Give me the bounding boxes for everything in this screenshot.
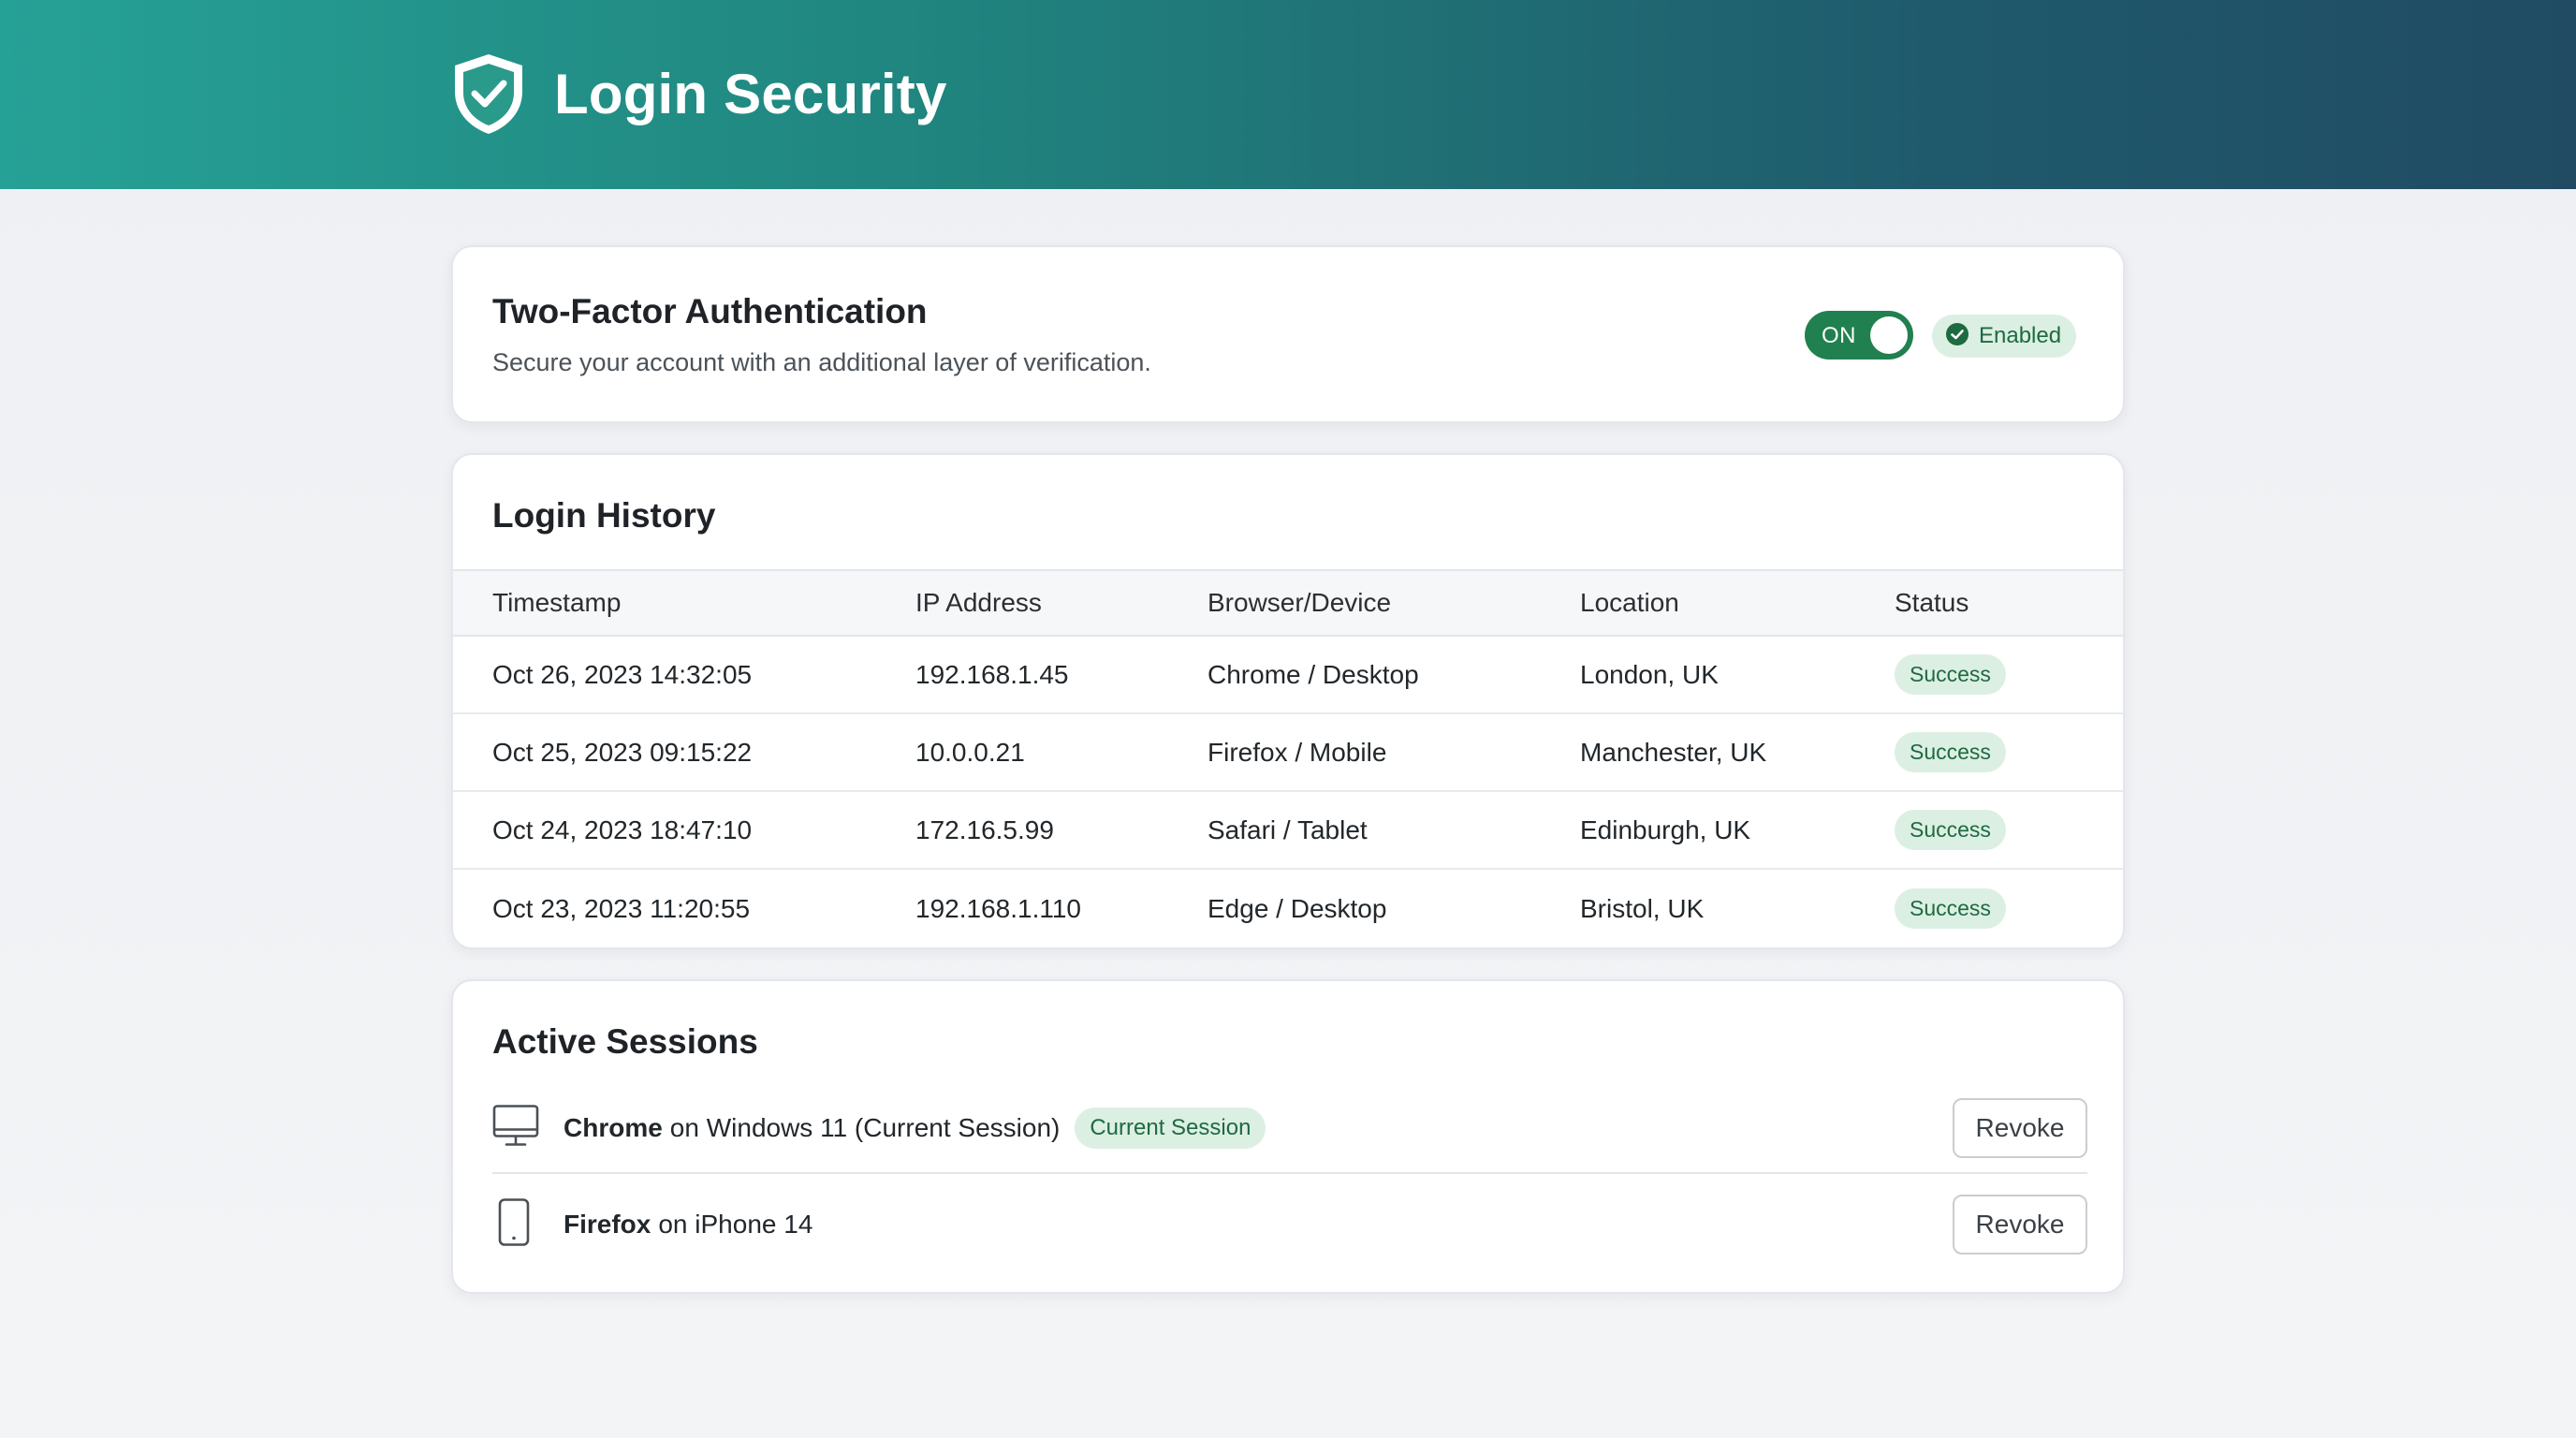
status-badge: Success xyxy=(1895,732,2006,772)
shield-check-icon xyxy=(449,51,528,137)
revoke-button[interactable]: Revoke xyxy=(1953,1195,2087,1255)
table-row: Oct 26, 2023 14:32:05 192.168.1.45 Chrom… xyxy=(453,637,2123,714)
session-label: Chrome on Windows 11 (Current Session) C… xyxy=(564,1108,1266,1149)
table-row: Oct 24, 2023 18:47:10 172.16.5.99 Safari… xyxy=(453,792,2123,870)
revoke-button[interactable]: Revoke xyxy=(1953,1098,2087,1158)
current-session-badge: Current Session xyxy=(1075,1108,1266,1149)
login-history-table: Timestamp IP Address Browser/Device Loca… xyxy=(453,569,2123,947)
status-cell: Success xyxy=(1895,714,2006,790)
table-row: Oct 23, 2023 11:20:55 192.168.1.110 Edge… xyxy=(453,870,2123,947)
location-cell: Bristol, UK xyxy=(1580,893,1705,923)
page-header: Login Security xyxy=(0,0,2576,189)
session-item: Firefox on iPhone 14 Revoke xyxy=(492,1183,2087,1266)
two-factor-card: Two-Factor Authentication Secure your ac… xyxy=(451,245,2125,423)
column-header-location: Location xyxy=(1580,588,1679,617)
ip-address-cell: 192.168.1.45 xyxy=(915,659,1069,689)
active-sessions-title: Active Sessions xyxy=(492,1022,758,1061)
timestamp-cell: Oct 24, 2023 18:47:10 xyxy=(492,814,753,844)
two-factor-description: Secure your account with an additional l… xyxy=(492,348,1151,376)
timestamp-cell: Oct 26, 2023 14:32:05 xyxy=(492,659,753,689)
timestamp-cell: Oct 23, 2023 11:20:55 xyxy=(492,893,751,923)
login-history-card: Login History Timestamp IP Address Brows… xyxy=(451,453,2125,949)
ip-address-cell: 192.168.1.110 xyxy=(915,893,1081,923)
status-cell: Success xyxy=(1895,870,2006,947)
location-cell: Edinburgh, UK xyxy=(1580,814,1751,844)
page-title: Login Security xyxy=(554,62,947,125)
header-title-group: Login Security xyxy=(449,47,947,140)
ip-address-cell: 172.16.5.99 xyxy=(915,814,1054,844)
enabled-status-label: Enabled xyxy=(1979,323,2062,348)
browser-device-cell: Chrome / Desktop xyxy=(1208,659,1419,689)
browser-device-cell: Edge / Desktop xyxy=(1208,893,1387,923)
status-cell: Success xyxy=(1895,637,2006,712)
session-label: Firefox on iPhone 14 xyxy=(564,1210,812,1240)
session-item: Chrome on Windows 11 (Current Session) C… xyxy=(492,1084,2087,1174)
timestamp-cell: Oct 25, 2023 09:15:22 xyxy=(492,737,753,767)
session-description: on iPhone 14 xyxy=(658,1210,813,1239)
location-cell: London, UK xyxy=(1580,659,1719,689)
status-cell: Success xyxy=(1895,792,2006,868)
two-factor-title: Two-Factor Authentication xyxy=(492,292,928,330)
session-description: on Windows 11 (Current Session) xyxy=(669,1113,1061,1142)
location-cell: Manchester, UK xyxy=(1580,737,1767,767)
status-badge: Success xyxy=(1895,888,2006,929)
toggle-knob xyxy=(1870,316,1908,354)
two-factor-toggle[interactable]: ON xyxy=(1805,311,1913,360)
status-badge: Success xyxy=(1895,654,2006,695)
login-history-title: Login History xyxy=(492,496,716,535)
table-row: Oct 25, 2023 09:15:22 10.0.0.21 Firefox … xyxy=(453,714,2123,792)
toggle-label: ON xyxy=(1822,323,1856,348)
column-header-status: Status xyxy=(1895,588,1969,617)
column-header-browser-device: Browser/Device xyxy=(1208,588,1392,617)
column-header-timestamp: Timestamp xyxy=(492,588,622,617)
check-circle-icon xyxy=(1945,322,1969,351)
column-header-ip-address: IP Address xyxy=(915,588,1042,617)
status-badge: Success xyxy=(1895,810,2006,850)
ip-address-cell: 10.0.0.21 xyxy=(915,737,1025,767)
browser-device-cell: Firefox / Mobile xyxy=(1208,737,1387,767)
mobile-phone-icon xyxy=(498,1198,530,1252)
table-header-row: Timestamp IP Address Browser/Device Loca… xyxy=(453,569,2123,637)
session-browser: Firefox xyxy=(564,1210,651,1239)
session-browser: Chrome xyxy=(564,1113,663,1142)
desktop-monitor-icon xyxy=(492,1105,539,1152)
enabled-status-badge: Enabled xyxy=(1932,315,2077,358)
active-sessions-card: Active Sessions Chrome on Windows 11 (Cu… xyxy=(451,979,2125,1294)
browser-device-cell: Safari / Tablet xyxy=(1208,814,1368,844)
